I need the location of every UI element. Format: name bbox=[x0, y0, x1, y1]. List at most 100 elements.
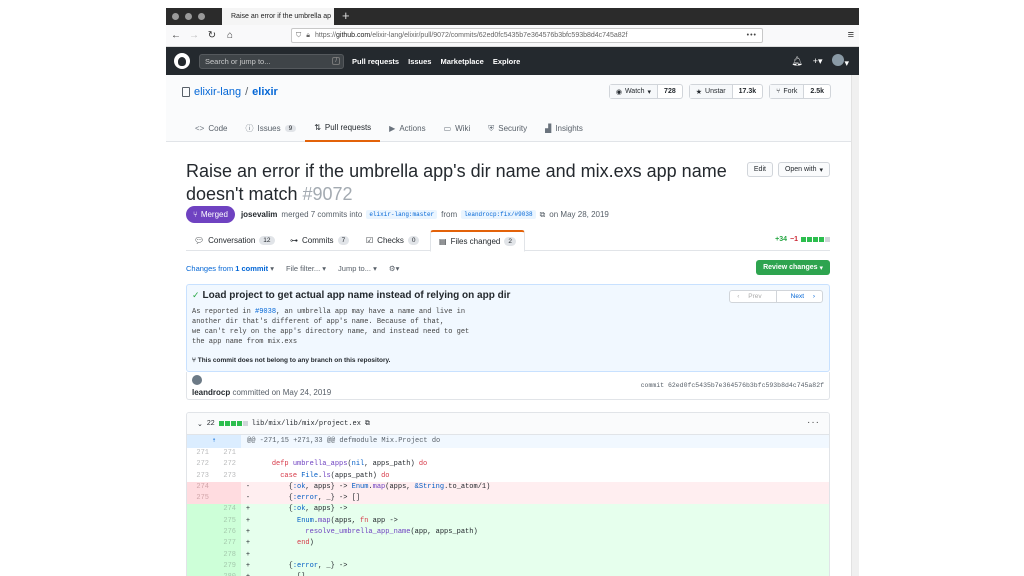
tab-pull-requests[interactable]: ⇅ Pull requests bbox=[305, 115, 381, 142]
head-branch[interactable]: leandrocp:fix/#9038 bbox=[461, 210, 536, 219]
plus-dropdown-icon[interactable]: +▾ bbox=[813, 56, 823, 67]
open-with-button[interactable]: Open with ▾ bbox=[777, 162, 830, 177]
old-line-number[interactable] bbox=[187, 515, 214, 528]
copy-icon[interactable]: ⧉ bbox=[365, 420, 370, 428]
tab-commits[interactable]: ⊶ Commits 7 bbox=[290, 230, 350, 251]
from-text: from bbox=[441, 210, 458, 219]
bell-icon[interactable]: 🔔︎ bbox=[791, 56, 802, 67]
unstar-button[interactable]: ★ Unstar 17.3k bbox=[688, 84, 764, 99]
hamburger-menu-icon[interactable]: ≡ bbox=[848, 29, 854, 41]
page-scrollbar[interactable] bbox=[851, 75, 859, 576]
jump-to-dropdown[interactable]: Jump to... ▾ bbox=[338, 264, 377, 273]
new-line-number[interactable]: 275 bbox=[214, 515, 241, 528]
chevron-down-icon: ▾ bbox=[819, 166, 823, 174]
back-icon[interactable]: ← bbox=[168, 30, 184, 41]
new-line-number[interactable]: 278 bbox=[214, 549, 241, 561]
status-badge: ⑂ Merged bbox=[186, 206, 235, 223]
expand-up-icon[interactable]: ⇡ bbox=[187, 435, 241, 448]
merge-date: on May 28, 2019 bbox=[549, 210, 609, 219]
file-filter-dropdown[interactable]: File filter... ▾ bbox=[286, 264, 326, 273]
tab-checks[interactable]: ☑ Checks 0 bbox=[366, 230, 420, 251]
tab-label: Insights bbox=[555, 124, 583, 133]
tab-conversation[interactable]: 💬︎ Conversation 12 bbox=[194, 230, 275, 251]
tab-issues[interactable]: ⓘ Issues 9 bbox=[236, 115, 305, 142]
copy-icon[interactable]: ⧉ bbox=[540, 210, 546, 220]
tab-label: Code bbox=[208, 124, 228, 133]
new-line-number[interactable]: 271 bbox=[214, 448, 241, 459]
commit-author-link[interactable]: leandrocp bbox=[192, 388, 230, 397]
tab-actions[interactable]: ▶ Actions bbox=[380, 115, 434, 142]
nav-issues[interactable]: Issues bbox=[408, 57, 431, 66]
changes-from-dropdown[interactable]: Changes from 1 commit ▾ bbox=[186, 264, 274, 273]
tab-code[interactable]: <> Code bbox=[186, 115, 236, 142]
issue-link[interactable]: #9038 bbox=[255, 308, 276, 316]
diff-line-added: 280+ [] bbox=[187, 572, 829, 576]
tab-security[interactable]: ⛨ Security bbox=[479, 115, 536, 142]
search-input[interactable]: Search or jump to... / bbox=[199, 53, 344, 69]
review-changes-button[interactable]: Review changes ▾ bbox=[756, 260, 830, 275]
home-icon[interactable]: ⌂ bbox=[222, 30, 238, 41]
old-line-number[interactable]: 272 bbox=[187, 459, 214, 470]
avatar[interactable]: ▾ bbox=[832, 54, 849, 69]
repo-name-link[interactable]: elixir bbox=[252, 86, 278, 98]
commit-sha[interactable]: commit 62ed0fc5435b7e364576b3bfc593b8d4c… bbox=[641, 382, 824, 389]
reload-icon[interactable]: ↻ bbox=[204, 30, 220, 41]
diff-sign bbox=[241, 471, 255, 482]
old-line-number[interactable] bbox=[187, 560, 214, 573]
new-line-number[interactable]: 279 bbox=[214, 560, 241, 573]
code-text: {:ok, apps} -> Enum.map(apps, &String.to… bbox=[255, 482, 491, 491]
prev-button[interactable]: ‹ Prev bbox=[730, 291, 777, 302]
base-branch[interactable]: elixir-lang:master bbox=[366, 210, 438, 219]
author-link[interactable]: josevalim bbox=[241, 210, 277, 219]
jump-to-label: Jump to... bbox=[338, 264, 371, 273]
window-controls[interactable] bbox=[172, 13, 205, 20]
old-line-number[interactable]: 271 bbox=[187, 448, 214, 459]
sha-value: 62ed0fc5435b7e364576b3bfc593b8d4c745a82f bbox=[667, 382, 824, 389]
old-line-number[interactable]: 273 bbox=[187, 471, 214, 482]
star-count[interactable]: 17.3k bbox=[733, 85, 763, 98]
file-path[interactable]: lib/mix/lib/mix/project.ex bbox=[252, 420, 361, 428]
more-options-icon[interactable]: ··· bbox=[807, 417, 820, 428]
diff-sign: + bbox=[241, 572, 255, 576]
new-line-number[interactable] bbox=[214, 493, 241, 505]
fork-button[interactable]: ⑂ Fork 2.5k bbox=[769, 84, 831, 99]
old-line-number[interactable] bbox=[187, 527, 214, 539]
avatar[interactable] bbox=[192, 375, 202, 385]
old-line-number[interactable] bbox=[187, 504, 214, 516]
graph-icon: ▟ bbox=[545, 124, 552, 133]
hunk-text: @@ -271,15 +271,33 @@ defmodule Mix.Proj… bbox=[247, 437, 441, 445]
new-line-number[interactable]: 274 bbox=[214, 504, 241, 516]
url-bar[interactable]: ⛉ 🔒︎ https://github.com/elixir-lang/elix… bbox=[291, 28, 763, 43]
watch-button[interactable]: ◉ Watch ▾ 728 bbox=[608, 84, 683, 99]
old-line-number[interactable] bbox=[187, 572, 214, 576]
new-line-number[interactable]: 272 bbox=[214, 459, 241, 470]
nav-explore[interactable]: Explore bbox=[493, 57, 521, 66]
old-line-number[interactable]: 274 bbox=[187, 481, 214, 494]
tab-files-changed[interactable]: ▤ Files changed 2 bbox=[430, 230, 525, 252]
page-actions-icon[interactable]: ••• bbox=[747, 32, 757, 39]
browser-tab[interactable]: Raise an error if the umbrella ap × bbox=[222, 8, 334, 25]
new-line-number[interactable] bbox=[214, 481, 241, 494]
new-line-number[interactable]: 273 bbox=[214, 471, 241, 482]
fork-count[interactable]: 2.5k bbox=[804, 85, 830, 98]
github-logo-icon[interactable] bbox=[174, 53, 190, 69]
tab-wiki[interactable]: ▭ Wiki bbox=[435, 115, 480, 142]
collapse-chevron-icon[interactable]: ⌄ bbox=[197, 420, 203, 428]
new-line-number[interactable]: 276 bbox=[214, 527, 241, 539]
tab-insights[interactable]: ▟ Insights bbox=[536, 115, 592, 142]
forward-icon[interactable]: → bbox=[186, 30, 202, 41]
new-line-number[interactable]: 280 bbox=[214, 572, 241, 576]
old-line-number[interactable]: 275 bbox=[187, 493, 214, 505]
new-line-number[interactable]: 277 bbox=[214, 538, 241, 550]
old-line-number[interactable] bbox=[187, 538, 214, 550]
new-tab-icon[interactable]: + bbox=[342, 9, 350, 23]
diff-sign: + bbox=[245, 516, 251, 525]
next-button[interactable]: Next › bbox=[777, 291, 822, 302]
nav-marketplace[interactable]: Marketplace bbox=[440, 57, 483, 66]
gear-icon[interactable]: ⚙▾ bbox=[389, 264, 400, 273]
edit-button[interactable]: Edit bbox=[746, 162, 773, 177]
old-line-number[interactable] bbox=[187, 549, 214, 561]
nav-pull-requests[interactable]: Pull requests bbox=[352, 57, 399, 66]
watch-count[interactable]: 728 bbox=[658, 85, 682, 98]
repo-owner-link[interactable]: elixir-lang bbox=[194, 86, 241, 98]
